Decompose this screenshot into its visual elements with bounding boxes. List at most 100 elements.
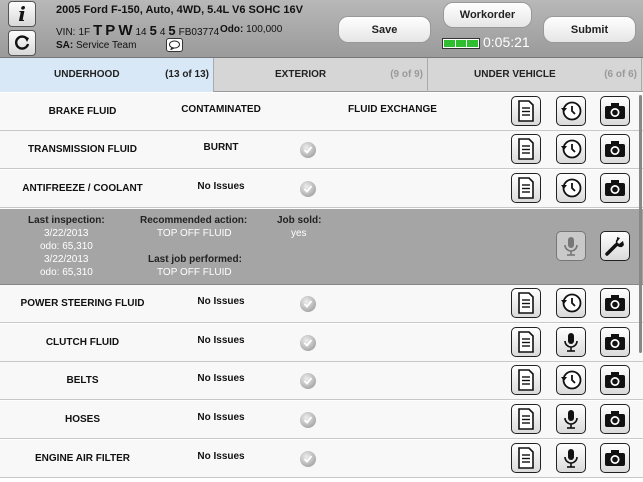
item-name: CLUTCH FLUID	[45, 337, 120, 348]
list-item[interactable]: BRAKE FLUID CONTAMINATED FLUID EXCHANGE	[0, 93, 643, 131]
checkmark-icon[interactable]	[300, 335, 316, 351]
notes-icon	[518, 177, 534, 199]
microphone-button[interactable]	[556, 327, 586, 357]
inspection-details: Last inspection: 3/22/2013 odo: 65,310 3…	[0, 209, 643, 285]
item-condition[interactable]: No Issues	[171, 451, 271, 462]
sa-label: SA:	[56, 40, 74, 51]
history-button[interactable]	[556, 134, 586, 164]
item-condition[interactable]: BURNT	[171, 142, 271, 153]
history-button[interactable]	[556, 288, 586, 318]
notes-button[interactable]	[511, 327, 541, 357]
list-item[interactable]: CLUTCH FLUID No Issues	[0, 324, 643, 362]
item-name: HOSES	[64, 414, 100, 425]
notes-button[interactable]	[511, 404, 541, 434]
item-name: TRANSMISSION FLUID	[28, 144, 137, 155]
history-button[interactable]	[556, 365, 586, 395]
workorder-button[interactable]: Workorder	[443, 2, 532, 28]
tab-exterior[interactable]: EXTERIOR (9 of 9)	[214, 58, 428, 92]
vin-part: 1F	[78, 27, 91, 38]
notes-button[interactable]	[511, 365, 541, 395]
camera-button[interactable]	[600, 134, 630, 164]
camera-button[interactable]	[600, 173, 630, 203]
notes-button[interactable]	[511, 96, 541, 126]
list-item[interactable]: TRANSMISSION FLUID BURNT	[0, 131, 643, 169]
notes-icon	[518, 292, 534, 314]
last-inspection-label: Last inspection:	[28, 215, 105, 226]
odo-value: 100,000	[246, 24, 283, 35]
camera-button[interactable]	[600, 404, 630, 434]
vin-label: VIN:	[56, 27, 76, 38]
camera-button[interactable]	[600, 327, 630, 357]
list-item[interactable]: POWER STEERING FLUID No Issues	[0, 285, 643, 323]
item-name: BRAKE FLUID	[48, 106, 117, 117]
list-item[interactable]: ANTIFREEZE / COOLANT No Issues	[0, 170, 643, 208]
checkmark-icon[interactable]	[300, 412, 316, 428]
save-button[interactable]: Save	[338, 16, 431, 43]
progress-segment	[444, 40, 455, 47]
list-item[interactable]: ENGINE AIR FILTER No Issues	[0, 440, 643, 478]
list-item[interactable]: HOSES No Issues	[0, 401, 643, 439]
checkmark-icon[interactable]	[300, 451, 316, 467]
microphone-icon	[564, 449, 578, 468]
inspection-odo: odo: 65,310	[40, 241, 93, 252]
checkmark-icon[interactable]	[300, 142, 316, 158]
wrench-button[interactable]	[600, 231, 630, 261]
history-icon	[561, 370, 582, 390]
camera-button[interactable]	[600, 443, 630, 473]
sync-button[interactable]	[8, 30, 36, 56]
history-icon	[561, 293, 582, 313]
vin-part: 4	[159, 27, 166, 38]
job-sold-value: yes	[291, 228, 307, 239]
camera-icon	[605, 141, 625, 157]
item-condition[interactable]: CONTAMINATED	[171, 104, 271, 115]
checkmark-icon[interactable]	[300, 296, 316, 312]
last-job-label: Last job performed:	[148, 254, 242, 265]
history-button[interactable]	[556, 96, 586, 126]
item-name: ANTIFREEZE / COOLANT	[22, 183, 143, 194]
list-item[interactable]: BELTS No Issues	[0, 362, 643, 400]
progress-segment	[455, 40, 467, 47]
camera-button[interactable]	[600, 96, 630, 126]
camera-button[interactable]	[600, 288, 630, 318]
tab-label: UNDERHOOD	[54, 69, 120, 80]
progress-segment	[467, 40, 479, 47]
item-condition[interactable]: No Issues	[171, 373, 271, 384]
item-condition[interactable]: No Issues	[171, 412, 271, 423]
microphone-button[interactable]	[556, 443, 586, 473]
notes-icon	[518, 138, 534, 160]
item-condition[interactable]: No Issues	[171, 181, 271, 192]
header-bar: i 2005 Ford F-150, Auto, 4WD, 5.4L V6 SO…	[0, 0, 643, 58]
notes-button[interactable]	[511, 173, 541, 203]
tab-count: (6 of 6)	[604, 69, 637, 80]
refresh-icon	[15, 35, 30, 50]
notes-icon	[518, 369, 534, 391]
tab-label: EXTERIOR	[275, 69, 327, 80]
camera-button[interactable]	[600, 365, 630, 395]
item-recommendation[interactable]: FLUID EXCHANGE	[348, 104, 437, 115]
camera-icon	[605, 334, 625, 350]
submit-button[interactable]: Submit	[543, 16, 636, 43]
tab-underhood[interactable]: UNDERHOOD (13 of 13)	[0, 58, 214, 92]
scrollbar[interactable]	[639, 95, 642, 353]
chat-icon[interactable]	[166, 38, 183, 52]
history-button[interactable]	[556, 173, 586, 203]
camera-icon	[605, 295, 625, 311]
tab-bar: UNDERHOOD (13 of 13) EXTERIOR (9 of 9) U…	[0, 58, 643, 92]
checkmark-icon[interactable]	[300, 181, 316, 197]
notes-button[interactable]	[511, 443, 541, 473]
item-condition[interactable]: No Issues	[171, 335, 271, 346]
inspection-date: 3/22/2013	[44, 254, 89, 265]
microphone-button[interactable]	[556, 404, 586, 434]
history-icon	[561, 178, 582, 198]
recommended-label: Recommended action:	[140, 215, 248, 226]
vin-part: T	[93, 22, 103, 39]
item-condition[interactable]: No Issues	[171, 296, 271, 307]
microphone-icon	[564, 410, 578, 429]
info-button[interactable]: i	[8, 1, 36, 27]
notes-button[interactable]	[511, 134, 541, 164]
checkmark-icon[interactable]	[300, 373, 316, 389]
tab-under-vehicle[interactable]: UNDER VEHICLE (6 of 6)	[428, 58, 642, 92]
microphone-button[interactable]	[556, 231, 586, 261]
notes-button[interactable]	[511, 288, 541, 318]
inspection-date: 3/22/2013	[44, 228, 89, 239]
